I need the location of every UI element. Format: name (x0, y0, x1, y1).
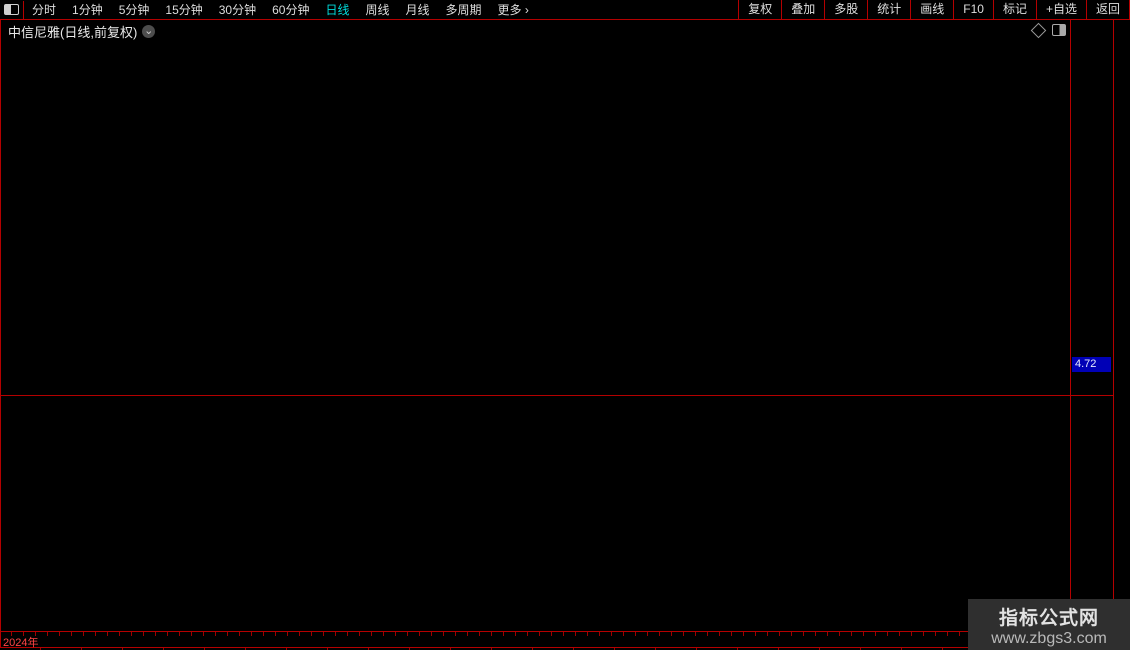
watermark-url: www.zbgs3.com (991, 630, 1107, 647)
period-tab-日线[interactable]: 日线 (317, 1, 357, 18)
chart-corner-icons (1030, 22, 1066, 38)
toolbar-button-+自选[interactable]: +自选 (1035, 0, 1086, 19)
toolbar-actions: 复权 叠加 多股 统计 画线 F10 标记 +自选 返回 (738, 0, 1130, 19)
watermark: 指标公式网 www.zbgs3.com (968, 599, 1130, 650)
period-tab-周线[interactable]: 周线 (357, 1, 397, 18)
chart-title-row: 中信尼雅(日线,前复权) ⌄ (8, 22, 156, 41)
toolbar-button-多股[interactable]: 多股 (824, 0, 867, 19)
period-tab-多周期[interactable]: 多周期 (438, 1, 490, 18)
period-tab-1分钟[interactable]: 1分钟 (64, 1, 111, 18)
period-menu: 分时 1分钟 5分钟 15分钟 30分钟 60分钟 日线 周线 月线 多周期 更多 › (24, 1, 537, 18)
page-title: 中信尼雅(日线,前复权) (8, 25, 138, 40)
period-tab-30分钟[interactable]: 30分钟 (211, 1, 264, 18)
toolbar-button-F10[interactable]: F10 (953, 0, 993, 19)
toolbar-button-叠加[interactable]: 叠加 (781, 0, 824, 19)
period-tab-5分钟[interactable]: 5分钟 (111, 1, 158, 18)
layout-toggle-button[interactable] (0, 0, 24, 19)
left-border (0, 19, 1, 647)
period-tab-更多 ›[interactable]: 更多 › (490, 1, 537, 18)
toolbar-button-画线[interactable]: 画线 (910, 0, 953, 19)
year-label: 2024年 (3, 637, 39, 649)
last-price-marker: 4.72 (1072, 357, 1111, 372)
time-axis-ticks (0, 632, 1070, 636)
time-axis[interactable]: 2024年 (0, 631, 1113, 649)
split-window-icon (4, 4, 19, 15)
diamond-icon[interactable] (1030, 22, 1047, 38)
period-tab-分时[interactable]: 分时 (24, 1, 64, 18)
period-tab-15分钟[interactable]: 15分钟 (157, 1, 210, 18)
toolbar-button-返回[interactable]: 返回 (1085, 0, 1130, 19)
panel-divider (0, 395, 1113, 396)
top-toolbar: 分时 1分钟 5分钟 15分钟 30分钟 60分钟 日线 周线 月线 多周期 更多 › 复权 叠加 多股… (0, 0, 1130, 20)
watermark-title: 指标公式网 (998, 608, 1099, 629)
split-window-icon[interactable] (1052, 24, 1066, 36)
toolbar-button-标记[interactable]: 标记 (992, 0, 1036, 19)
chevron-down-icon[interactable]: ⌄ (142, 25, 156, 38)
candlestick-chart[interactable] (0, 19, 1072, 396)
trading-app-window: 分时 1分钟 5分钟 15分钟 30分钟 60分钟 日线 周线 月线 多周期 更多 › 复权 叠加 多股… (0, 0, 1130, 650)
toolbar-button-统计[interactable]: 统计 (867, 0, 910, 19)
indicator-chart[interactable] (0, 396, 1072, 631)
right-sidebar[interactable] (1113, 19, 1130, 650)
period-tab-60分钟[interactable]: 60分钟 (264, 1, 317, 18)
plot-axis-divider (1070, 19, 1071, 632)
toolbar-button-复权[interactable]: 复权 (738, 0, 781, 19)
period-tab-月线[interactable]: 月线 (398, 1, 438, 18)
